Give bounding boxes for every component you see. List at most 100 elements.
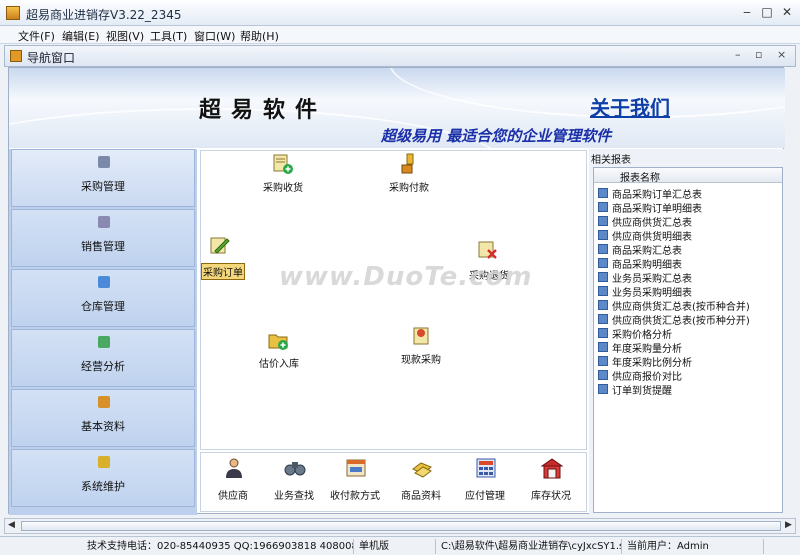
report-item[interactable]: 供应商供货汇总表 bbox=[598, 214, 782, 229]
flow-cash-purchase[interactable]: 现款采购 bbox=[401, 323, 461, 367]
menu-file[interactable]: 文件(F) bbox=[18, 28, 55, 44]
report-icon bbox=[598, 314, 608, 324]
nav-window-content: 超易软件 关于我们 超级易用 最适合您的企业管理软件 采购管理 销售管理 仓库管… bbox=[8, 67, 785, 515]
window-titlebar: 超易商业进销存V3.22_2345 ‒ □ ✕ bbox=[0, 0, 800, 26]
menu-help[interactable]: 帮助(H) bbox=[240, 28, 279, 44]
cash-icon bbox=[413, 327, 429, 345]
maximize-button[interactable]: □ bbox=[760, 5, 774, 19]
report-item-label: 采购价格分析 bbox=[612, 330, 672, 341]
close-button[interactable]: ✕ bbox=[780, 5, 794, 19]
payment-icon bbox=[401, 153, 414, 174]
report-item[interactable]: 商品采购订单明细表 bbox=[598, 200, 782, 215]
quick-label: 收付款方式 bbox=[330, 491, 380, 502]
report-item-label: 商品采购明细表 bbox=[612, 260, 682, 271]
status-mode: 单机版 bbox=[356, 539, 436, 554]
nav-maximize-button[interactable]: ▫ bbox=[755, 48, 762, 61]
about-us-link[interactable]: 关于我们 bbox=[590, 92, 670, 121]
nav-minimize-button[interactable]: – bbox=[735, 48, 741, 61]
menu-tools[interactable]: 工具(T) bbox=[150, 28, 187, 44]
flow-purchase-payment[interactable]: 采购付款 bbox=[389, 151, 449, 195]
horizontal-scrollbar[interactable]: ◀ ▶ bbox=[4, 518, 796, 534]
sidebar-item-sales[interactable]: 销售管理 bbox=[11, 209, 195, 267]
sidebar-item-system[interactable]: 系统维护 bbox=[11, 449, 195, 507]
flow-label: 采购付款 bbox=[389, 183, 429, 194]
reports-title: 相关报表 bbox=[591, 155, 631, 166]
sidebar-item-warehouse[interactable]: 仓库管理 bbox=[11, 269, 195, 327]
report-item[interactable]: 业务员采购明细表 bbox=[598, 284, 782, 299]
report-item[interactable]: 年度采购量分析 bbox=[598, 340, 782, 355]
report-icon bbox=[598, 370, 608, 380]
sidebar-item-label: 基本资料 bbox=[81, 420, 125, 433]
report-icon bbox=[598, 230, 608, 240]
scroll-thumb[interactable] bbox=[21, 521, 781, 531]
sales-icon bbox=[98, 216, 110, 228]
book-icon bbox=[98, 396, 110, 408]
scroll-right-icon[interactable]: ▶ bbox=[785, 520, 792, 530]
menu-view[interactable]: 视图(V) bbox=[106, 28, 144, 44]
report-icon bbox=[598, 356, 608, 366]
report-item[interactable]: 供应商供货明细表 bbox=[598, 228, 782, 243]
report-icon bbox=[598, 300, 608, 310]
quick-business-search[interactable]: 业务查找 bbox=[264, 457, 324, 509]
sidebar-item-basic-data[interactable]: 基本资料 bbox=[11, 389, 195, 447]
report-item-label: 商品采购订单明细表 bbox=[612, 204, 702, 215]
flow-label: 采购收货 bbox=[263, 183, 303, 194]
sidebar-item-analysis[interactable]: 经营分析 bbox=[11, 329, 195, 387]
report-item[interactable]: 商品采购订单汇总表 bbox=[598, 186, 782, 201]
flow-label: 现款采购 bbox=[401, 355, 441, 366]
sidebar-item-purchase[interactable]: 采购管理 bbox=[11, 149, 195, 207]
quick-label: 业务查找 bbox=[274, 491, 314, 502]
reports-column-header[interactable]: 报表名称 bbox=[594, 168, 782, 184]
report-icon bbox=[598, 188, 608, 198]
status-user: 当前用户：Admin bbox=[624, 539, 764, 554]
quick-supplier[interactable]: 供应商 bbox=[203, 457, 263, 509]
report-item-label: 商品采购汇总表 bbox=[612, 246, 682, 257]
report-item-label: 业务员采购明细表 bbox=[612, 288, 692, 299]
sidebar-item-label: 系统维护 bbox=[81, 480, 125, 493]
sidebar-item-label: 经营分析 bbox=[81, 360, 125, 373]
report-item[interactable]: 采购价格分析 bbox=[598, 326, 782, 341]
banner-swoosh bbox=[389, 68, 785, 118]
report-icon bbox=[598, 258, 608, 268]
nav-close-button[interactable]: × bbox=[777, 48, 786, 61]
product-icon bbox=[412, 462, 432, 478]
menu-edit[interactable]: 编辑(E) bbox=[62, 28, 100, 44]
report-item[interactable]: 商品采购汇总表 bbox=[598, 242, 782, 257]
report-item[interactable]: 供应商供货汇总表(按币种合并) bbox=[598, 298, 782, 313]
warehouse-icon bbox=[541, 458, 563, 479]
order-icon bbox=[210, 237, 230, 254]
report-icon bbox=[598, 286, 608, 296]
quick-product-data[interactable]: 商品资料 bbox=[391, 457, 451, 509]
report-item[interactable]: 商品采购明细表 bbox=[598, 256, 782, 271]
flow-estimate-stock-in[interactable]: 估价入库 bbox=[259, 327, 319, 371]
quick-payment-method[interactable]: 收付款方式 bbox=[325, 457, 385, 509]
nav-window-icon bbox=[10, 50, 22, 62]
sidebar-item-label: 采购管理 bbox=[81, 180, 125, 193]
report-item[interactable]: 订单到货提醒 bbox=[598, 382, 782, 397]
app-icon bbox=[6, 6, 20, 20]
quick-payables[interactable]: 应付管理 bbox=[455, 457, 515, 509]
report-icon bbox=[598, 202, 608, 212]
watermark: www.DuoTe.com bbox=[279, 262, 533, 292]
report-item[interactable]: 业务员采购汇总表 bbox=[598, 270, 782, 285]
flow-purchase-receive[interactable]: 采购收货 bbox=[263, 151, 323, 195]
quick-inventory-status[interactable]: 库存状况 bbox=[521, 457, 581, 509]
supplier-icon bbox=[226, 458, 242, 478]
module-sidebar: 采购管理 销售管理 仓库管理 经营分析 基本资料 系统维护 bbox=[9, 149, 197, 515]
scroll-left-icon[interactable]: ◀ bbox=[8, 520, 15, 530]
report-item-label: 供应商供货汇总表(按币种合并) bbox=[612, 302, 750, 313]
report-item-label: 供应商供货汇总表(按币种分开) bbox=[612, 316, 750, 327]
report-item[interactable]: 供应商供货汇总表(按币种分开) bbox=[598, 312, 782, 327]
minimize-button[interactable]: ‒ bbox=[740, 5, 754, 19]
warehouse-icon bbox=[98, 276, 110, 288]
menu-window[interactable]: 窗口(W) bbox=[194, 28, 235, 44]
report-icon bbox=[598, 342, 608, 352]
report-item[interactable]: 年度采购比例分析 bbox=[598, 354, 782, 369]
slogan: 超级易用 最适合您的企业管理软件 bbox=[381, 127, 612, 145]
report-icon bbox=[598, 384, 608, 394]
receive-icon bbox=[273, 154, 293, 174]
report-item[interactable]: 供应商报价对比 bbox=[598, 368, 782, 383]
flow-purchase-order[interactable]: 采购订单 bbox=[201, 235, 251, 280]
quick-label: 应付管理 bbox=[465, 491, 505, 502]
report-icon bbox=[598, 272, 608, 282]
